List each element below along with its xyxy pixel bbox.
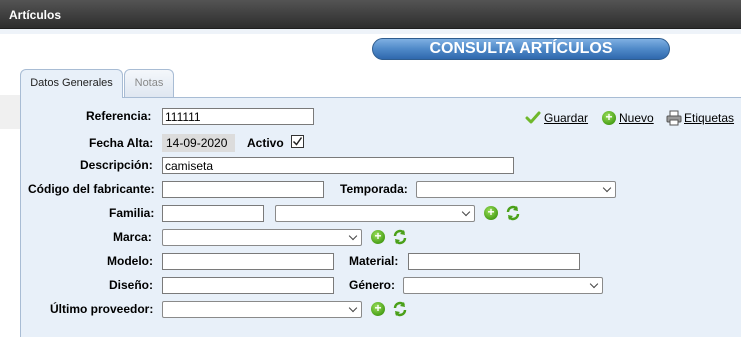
material-input[interactable]: [408, 253, 580, 270]
refresh-marca-icon[interactable]: [392, 229, 408, 245]
chevron-down-icon: [589, 279, 599, 289]
chevron-down-icon: [602, 183, 612, 193]
marca-label: Marca:: [113, 230, 152, 244]
window-titlebar: Artículos: [0, 0, 741, 29]
labels-button[interactable]: Etiquetas: [684, 110, 734, 126]
refresh-proveedor-icon[interactable]: [392, 301, 408, 317]
page-title-banner: CONSULTA ARTÍCULOS: [372, 38, 670, 60]
referencia-label: Referencia:: [86, 109, 152, 123]
new-button[interactable]: Nuevo: [619, 110, 654, 126]
fecha-alta-value: 14-09-2020: [162, 134, 235, 152]
add-proveedor-icon[interactable]: +: [371, 302, 385, 316]
descripcion-label: Descripción:: [80, 158, 153, 172]
side-gutter: [0, 95, 20, 129]
activo-checkbox[interactable]: [291, 135, 304, 148]
diseno-input[interactable]: [162, 277, 334, 294]
ultimo-proveedor-label: Último proveedor:: [50, 302, 154, 316]
familia-label: Familia:: [109, 206, 155, 220]
genero-label: Género:: [349, 278, 396, 292]
familia-select[interactable]: [275, 205, 475, 222]
printer-icon[interactable]: [666, 110, 682, 126]
codigo-fabricante-label: Código del fabricante:: [28, 182, 155, 196]
genero-select[interactable]: [403, 277, 603, 294]
tab-notas[interactable]: Notas: [124, 69, 174, 97]
temporada-select[interactable]: [416, 181, 616, 198]
codigo-fabricante-input[interactable]: [162, 181, 324, 198]
ultimo-proveedor-select[interactable]: [162, 301, 362, 318]
check-mark-icon: [292, 137, 303, 146]
add-marca-icon[interactable]: +: [371, 230, 385, 244]
material-label: Material:: [349, 254, 399, 268]
fecha-alta-label: Fecha Alta:: [89, 136, 154, 150]
chevron-down-icon: [348, 303, 358, 313]
tab-datos-generales[interactable]: Datos Generales: [20, 69, 123, 98]
header-stripe: [0, 29, 741, 34]
diseno-label: Diseño:: [109, 278, 154, 292]
refresh-familia-icon[interactable]: [505, 205, 521, 221]
chevron-down-icon: [461, 207, 471, 217]
save-button[interactable]: Guardar: [544, 110, 588, 126]
add-icon[interactable]: +: [602, 111, 616, 125]
chevron-down-icon: [348, 231, 358, 241]
descripcion-input[interactable]: [162, 157, 514, 174]
add-familia-icon[interactable]: +: [484, 206, 498, 220]
window-title: Artículos: [9, 8, 62, 22]
referencia-input[interactable]: [162, 108, 314, 125]
modelo-label: Modelo:: [107, 254, 153, 268]
marca-select[interactable]: [162, 229, 362, 246]
modelo-input[interactable]: [162, 253, 334, 270]
activo-label: Activo: [247, 136, 284, 150]
temporada-label: Temporada:: [340, 182, 408, 196]
checkmark-icon[interactable]: [525, 110, 541, 126]
familia-code-input[interactable]: [162, 205, 264, 222]
